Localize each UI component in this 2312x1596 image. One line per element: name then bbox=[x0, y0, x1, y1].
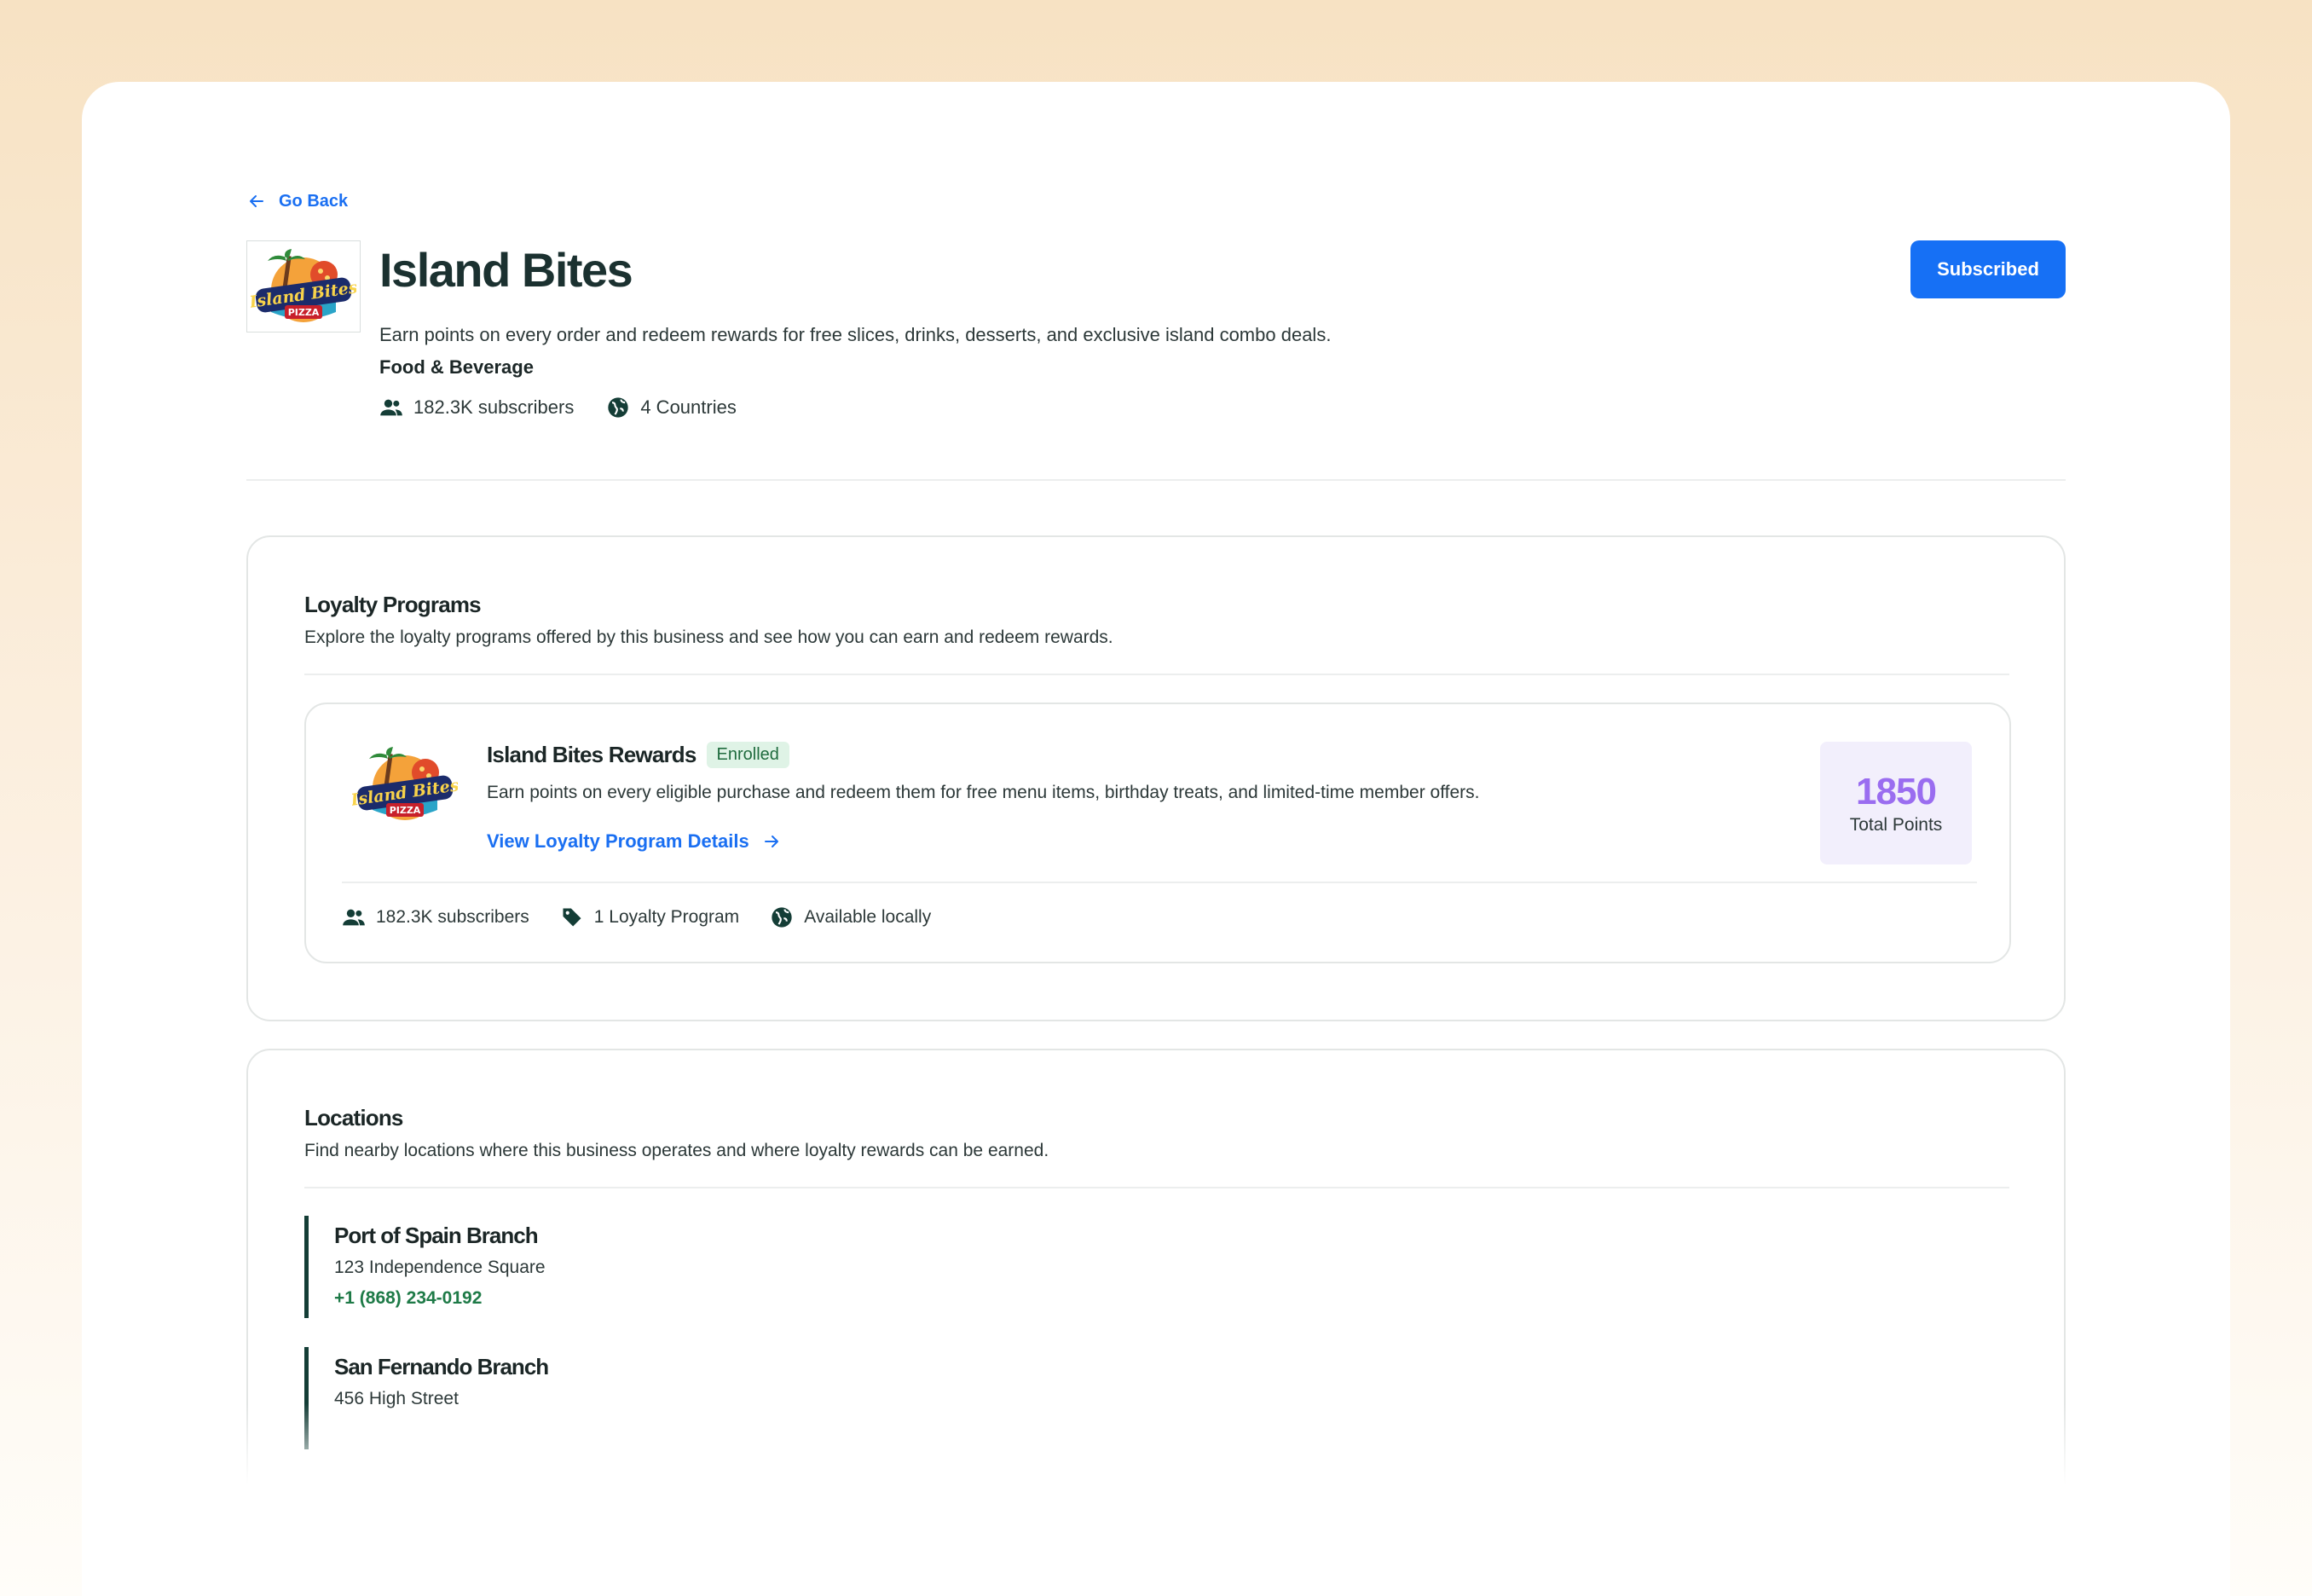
locations-section-title: Locations bbox=[304, 1105, 403, 1130]
go-back-label: Go Back bbox=[279, 191, 349, 211]
users-icon bbox=[380, 399, 402, 416]
enrolled-badge: Enrolled bbox=[706, 742, 789, 768]
program-description: Earn points on every eligible purchase a… bbox=[487, 783, 1480, 802]
program-count-stat: 1 Loyalty Program bbox=[560, 905, 739, 929]
page-title: Island Bites bbox=[379, 243, 633, 297]
countries-stat: 4 Countries bbox=[606, 396, 737, 419]
go-back-link[interactable]: Go Back bbox=[246, 191, 348, 211]
countries-count: 4 Countries bbox=[640, 396, 737, 418]
program-count: 1 Loyalty Program bbox=[593, 907, 740, 927]
app-window: Go Back Island Bites PIZZA Island Bites bbox=[82, 82, 2230, 1596]
program-subscribers-stat: 182.3K subscribers bbox=[342, 905, 529, 929]
program-name-label: Island Bites Rewards bbox=[487, 742, 696, 767]
loyalty-section-subtitle: Explore the loyalty programs offered by … bbox=[304, 627, 1113, 647]
view-program-details-link[interactable]: View Loyalty Program Details bbox=[487, 830, 782, 853]
location-address: 456 High Street bbox=[334, 1389, 459, 1408]
location-name: Port of Spain Branch bbox=[334, 1223, 539, 1248]
location-address: 123 Independence Square bbox=[334, 1258, 546, 1277]
program-divider bbox=[342, 882, 1977, 883]
globe-icon bbox=[608, 397, 628, 418]
locations-card: Locations Find nearby locations where th… bbox=[246, 1049, 2066, 1596]
business-category: Food & Beverage bbox=[379, 356, 534, 378]
globe-icon bbox=[772, 907, 792, 928]
business-logo: Island Bites PIZZA bbox=[246, 240, 361, 332]
subscribers-count: 182.3K subscribers bbox=[413, 396, 575, 418]
loyalty-program-item[interactable]: Island Bites PIZZA Island Bites Rewards … bbox=[304, 703, 2011, 963]
locations-divider bbox=[304, 1187, 2009, 1188]
loyalty-divider bbox=[304, 674, 2009, 675]
subscribers-stat: 182.3K subscribers bbox=[379, 396, 574, 419]
location-phone[interactable]: +1 (868) 234-0192 bbox=[334, 1288, 1157, 1309]
program-subscribers: 182.3K subscribers bbox=[376, 907, 529, 927]
view-program-details-label: View Loyalty Program Details bbox=[487, 830, 749, 852]
program-stats: 182.3K subscribers 1 Loyalty Program Ava… bbox=[342, 905, 931, 929]
arrow-left-icon bbox=[250, 195, 263, 207]
program-logo-subtext: PIZZA bbox=[390, 805, 421, 816]
arrow-right-icon bbox=[764, 836, 778, 847]
header-divider bbox=[246, 479, 2066, 481]
users-icon bbox=[343, 909, 365, 926]
logo-subtext: PIZZA bbox=[288, 307, 320, 318]
availability-stat: Available locally bbox=[770, 905, 931, 929]
island-bites-logo-icon: Island Bites PIZZA bbox=[251, 249, 356, 322]
subscribe-button[interactable]: Subscribed bbox=[1910, 240, 2066, 298]
points-label: Total Points bbox=[1849, 815, 1943, 835]
tag-icon bbox=[563, 908, 581, 927]
location-item[interactable]: San Fernando Branch 456 High Street bbox=[304, 1347, 1157, 1449]
program-name: Island Bites Rewards Enrolled bbox=[487, 742, 789, 768]
business-description: Earn points on every order and redeem re… bbox=[379, 324, 1332, 345]
loyalty-section-title: Loyalty Programs bbox=[304, 592, 482, 617]
location-item[interactable]: Port of Spain Branch 123 Independence Sq… bbox=[304, 1216, 1157, 1318]
business-header: Island Bites PIZZA Island Bites Earn poi… bbox=[246, 240, 2066, 418]
points-value: 1850 bbox=[1856, 771, 1937, 812]
business-stats: 182.3K subscribers 4 Countries bbox=[379, 396, 737, 419]
location-name: San Fernando Branch bbox=[334, 1354, 549, 1379]
availability: Available locally bbox=[804, 907, 932, 927]
program-logo-icon: Island Bites PIZZA bbox=[352, 747, 458, 820]
loyalty-programs-card: Loyalty Programs Explore the loyalty pro… bbox=[246, 535, 2066, 1021]
locations-section-subtitle: Find nearby locations where this busines… bbox=[304, 1141, 1049, 1160]
total-points-box: 1850 Total Points bbox=[1820, 742, 1972, 864]
